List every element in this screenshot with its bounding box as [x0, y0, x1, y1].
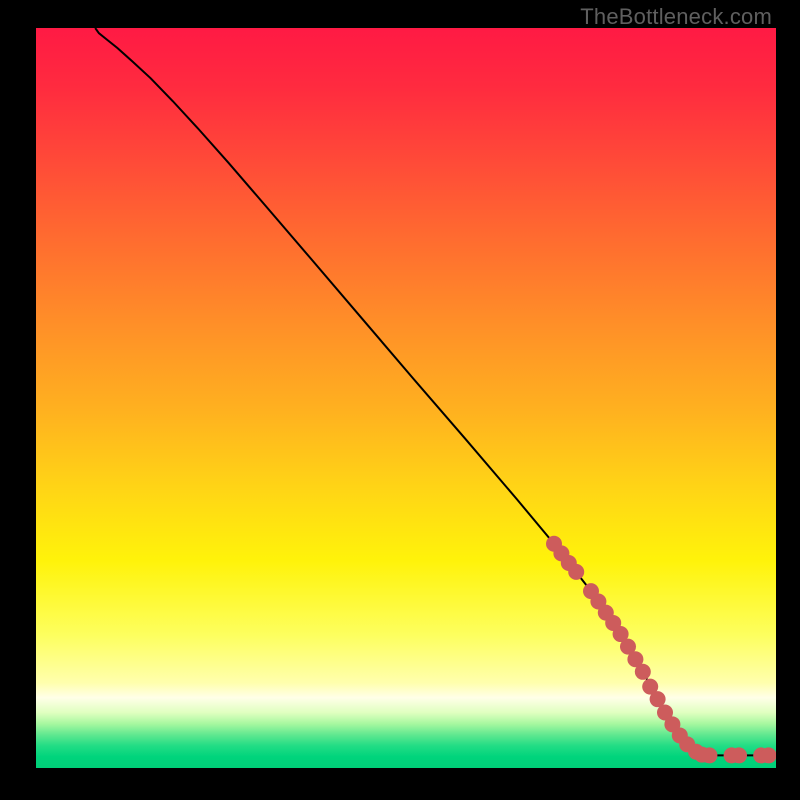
data-marker	[731, 747, 747, 763]
main-curve	[95, 28, 776, 755]
data-marker	[635, 664, 651, 680]
chart-svg	[36, 28, 776, 768]
data-marker	[701, 747, 717, 763]
watermark-text: TheBottleneck.com	[580, 4, 772, 30]
data-marker	[568, 564, 584, 580]
data-marker	[761, 747, 776, 763]
chart-stage: TheBottleneck.com	[0, 0, 800, 800]
marker-group	[546, 536, 776, 764]
